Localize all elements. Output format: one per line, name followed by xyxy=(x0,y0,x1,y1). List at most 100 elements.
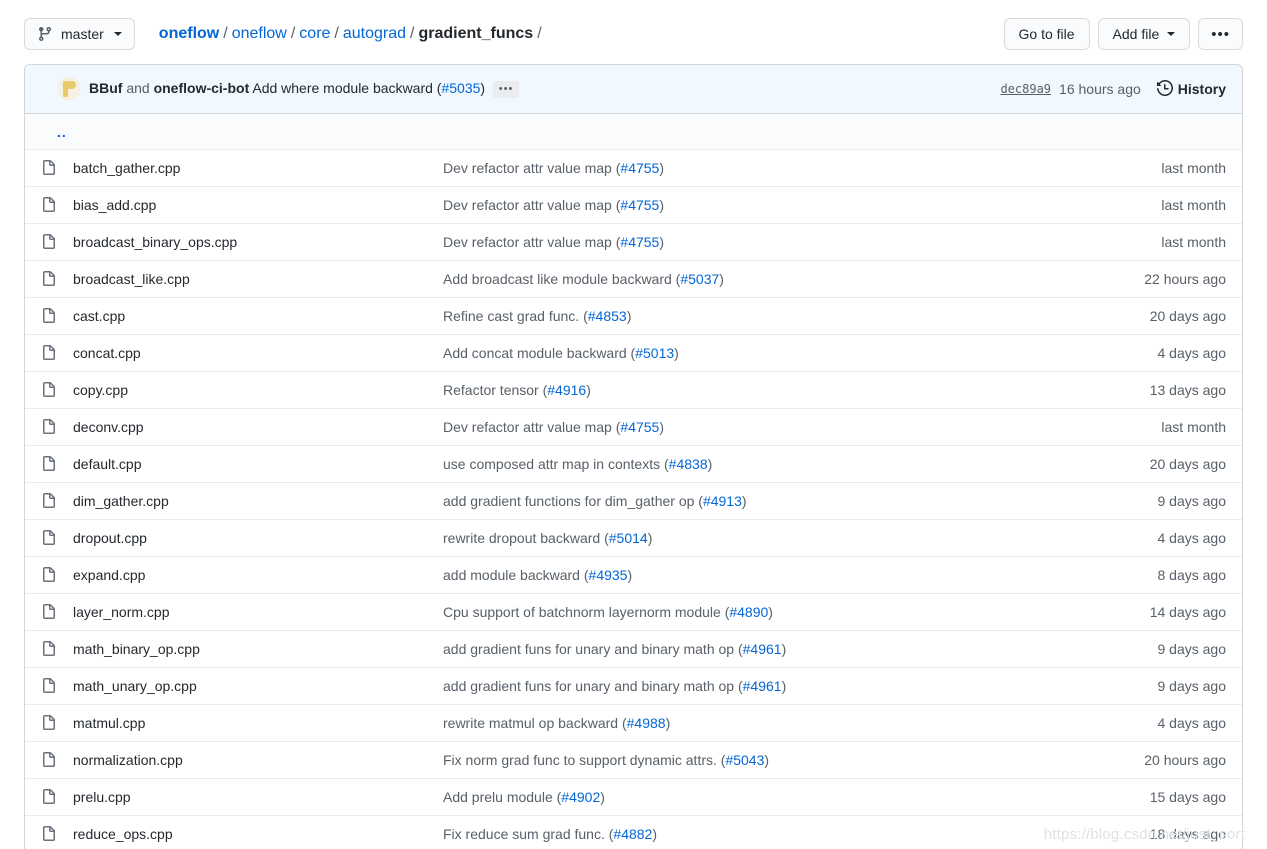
branch-selector-button[interactable]: master xyxy=(24,18,135,50)
table-row[interactable]: normalization.cpp Fix norm grad func to s… xyxy=(25,741,1242,778)
breadcrumb-item-0[interactable]: oneflow xyxy=(159,25,219,43)
table-row[interactable]: dim_gather.cpp add gradient functions for… xyxy=(25,482,1242,519)
table-row[interactable]: copy.cpp Refactor tensor (#4916) 13 days a… xyxy=(25,371,1242,408)
file-icon xyxy=(41,493,73,509)
file-name-link[interactable]: copy.cpp xyxy=(73,382,128,398)
commit-pr-link[interactable]: #4755 xyxy=(620,160,659,176)
parent-directory-link[interactable]: .. xyxy=(41,124,67,140)
history-link[interactable]: History xyxy=(1156,79,1226,99)
commit-message-text: Dev refactor attr value map ( xyxy=(443,419,621,435)
commit-pr-link[interactable]: #4988 xyxy=(627,715,666,731)
file-name-link[interactable]: expand.cpp xyxy=(73,567,145,583)
table-row[interactable]: math_unary_op.cpp add gradient funs for u… xyxy=(25,667,1242,704)
file-icon xyxy=(41,715,73,731)
add-file-button[interactable]: Add file xyxy=(1097,18,1191,50)
table-row[interactable]: batch_gather.cpp Dev refactor attr value … xyxy=(25,149,1242,186)
commit-time-cell: 22 hours ago xyxy=(1144,271,1226,287)
breadcrumb-item-3[interactable]: autograd xyxy=(343,25,406,43)
commit-pr-link[interactable]: #5035 xyxy=(441,80,480,96)
history-clock-icon xyxy=(1156,79,1173,99)
commit-pr-link[interactable]: #5037 xyxy=(680,271,719,287)
commit-message-suffix: ) xyxy=(659,197,665,213)
commit-time-cell: 18 days ago xyxy=(1149,826,1226,842)
avatar-bbuf[interactable] xyxy=(41,77,65,101)
more-options-button[interactable]: ••• xyxy=(1198,18,1243,50)
commit-message-text: rewrite dropout backward ( xyxy=(443,530,609,546)
table-row[interactable]: broadcast_binary_ops.cpp Dev refactor att… xyxy=(25,223,1242,260)
commit-message-suffix: ) xyxy=(659,160,665,176)
commit-sha-link[interactable]: dec89a9 xyxy=(1000,82,1051,96)
file-name-link[interactable]: broadcast_like.cpp xyxy=(73,271,190,287)
file-name-link[interactable]: cast.cpp xyxy=(73,308,125,324)
file-name-cell: copy.cpp xyxy=(73,382,443,398)
commit-message-cell: Cpu support of batchnorm layernorm modul… xyxy=(443,604,1076,620)
commit-message-cell: Dev refactor attr value map (#4755) xyxy=(443,197,1076,213)
commit-message-suffix: ) xyxy=(659,234,665,250)
file-icon xyxy=(41,345,73,361)
table-row[interactable]: expand.cpp add module backward (#4935) 8 d… xyxy=(25,556,1242,593)
commit-pr-link[interactable]: #4890 xyxy=(729,604,768,620)
file-name-link[interactable]: default.cpp xyxy=(73,456,142,472)
commit-pr-link[interactable]: #5013 xyxy=(635,345,674,361)
commit-pr-link[interactable]: #4838 xyxy=(669,456,708,472)
file-name-link[interactable]: prelu.cpp xyxy=(73,789,131,805)
breadcrumb-item-2[interactable]: core xyxy=(299,25,330,43)
file-name-link[interactable]: batch_gather.cpp xyxy=(73,160,180,176)
commit-author-avatars xyxy=(41,77,81,101)
file-name-link[interactable]: layer_norm.cpp xyxy=(73,604,170,620)
commit-expand-button[interactable]: ••• xyxy=(493,80,520,98)
go-to-file-button[interactable]: Go to file xyxy=(1003,18,1090,50)
commit-author-link-0[interactable]: BBuf xyxy=(89,80,122,96)
commit-pr-link[interactable]: #4961 xyxy=(743,678,782,694)
file-name-link[interactable]: reduce_ops.cpp xyxy=(73,826,173,842)
commit-message-text: Add broadcast like module backward ( xyxy=(443,271,681,287)
file-name-link[interactable]: math_unary_op.cpp xyxy=(73,678,197,694)
commit-pr-link[interactable]: #4755 xyxy=(620,419,659,435)
commit-pr-link[interactable]: #4853 xyxy=(588,308,627,324)
file-icon xyxy=(41,271,73,287)
table-row[interactable]: reduce_ops.cpp Fix reduce sum grad func. … xyxy=(25,815,1242,849)
file-name-link[interactable]: dim_gather.cpp xyxy=(73,493,169,509)
table-row[interactable]: cast.cpp Refine cast grad func. (#4853) 20… xyxy=(25,297,1242,334)
commit-time-cell: 20 days ago xyxy=(1149,308,1226,324)
file-name-link[interactable]: math_binary_op.cpp xyxy=(73,641,200,657)
commit-pr-link[interactable]: #4935 xyxy=(589,567,628,583)
file-name-link[interactable]: deconv.cpp xyxy=(73,419,144,435)
commit-pr-link[interactable]: #5043 xyxy=(725,752,764,768)
file-name-link[interactable]: normalization.cpp xyxy=(73,752,183,768)
commit-pr-link[interactable]: #4916 xyxy=(547,382,586,398)
table-row[interactable]: deconv.cpp Dev refactor attr value map (#… xyxy=(25,408,1242,445)
file-icon xyxy=(41,160,73,176)
table-row[interactable]: broadcast_like.cpp Add broadcast like mod… xyxy=(25,260,1242,297)
file-rows: batch_gather.cpp Dev refactor attr value … xyxy=(25,149,1242,849)
commit-author-link-1[interactable]: oneflow-ci-bot xyxy=(154,80,250,96)
commit-pr-link[interactable]: #4755 xyxy=(620,197,659,213)
table-row[interactable]: matmul.cpp rewrite matmul op backward (#4… xyxy=(25,704,1242,741)
breadcrumb-item-1[interactable]: oneflow xyxy=(232,25,287,43)
table-row[interactable]: bias_add.cpp Dev refactor attr value map … xyxy=(25,186,1242,223)
commit-message-suffix: ) xyxy=(665,715,671,731)
commit-message-text: add gradient funs for unary and binary m… xyxy=(443,678,743,694)
file-name-link[interactable]: concat.cpp xyxy=(73,345,141,361)
commit-pr-link[interactable]: #4902 xyxy=(561,789,600,805)
git-branch-icon xyxy=(37,26,53,42)
commit-pr-link[interactable]: #4882 xyxy=(613,826,652,842)
commit-pr-link[interactable]: #5014 xyxy=(609,530,648,546)
table-row[interactable]: layer_norm.cpp Cpu support of batchnorm l… xyxy=(25,593,1242,630)
commit-pr-link[interactable]: #4961 xyxy=(743,641,782,657)
table-row[interactable]: default.cpp use composed attr map in cont… xyxy=(25,445,1242,482)
table-row[interactable]: dropout.cpp rewrite dropout backward (#50… xyxy=(25,519,1242,556)
table-row[interactable]: concat.cpp Add concat module backward (#5… xyxy=(25,334,1242,371)
file-name-link[interactable]: bias_add.cpp xyxy=(73,197,156,213)
parent-directory-row[interactable]: .. xyxy=(25,114,1242,149)
file-name-link[interactable]: matmul.cpp xyxy=(73,715,145,731)
history-label: History xyxy=(1177,81,1226,97)
file-name-link[interactable]: dropout.cpp xyxy=(73,530,147,546)
table-row[interactable]: prelu.cpp Add prelu module (#4902) 15 days… xyxy=(25,778,1242,815)
file-name-cell: math_unary_op.cpp xyxy=(73,678,443,694)
table-row[interactable]: math_binary_op.cpp add gradient funs for … xyxy=(25,630,1242,667)
commit-pr-link[interactable]: #4913 xyxy=(703,493,742,509)
commit-message-cell: Add broadcast like module backward (#503… xyxy=(443,271,1076,287)
commit-pr-link[interactable]: #4755 xyxy=(620,234,659,250)
file-name-link[interactable]: broadcast_binary_ops.cpp xyxy=(73,234,237,250)
